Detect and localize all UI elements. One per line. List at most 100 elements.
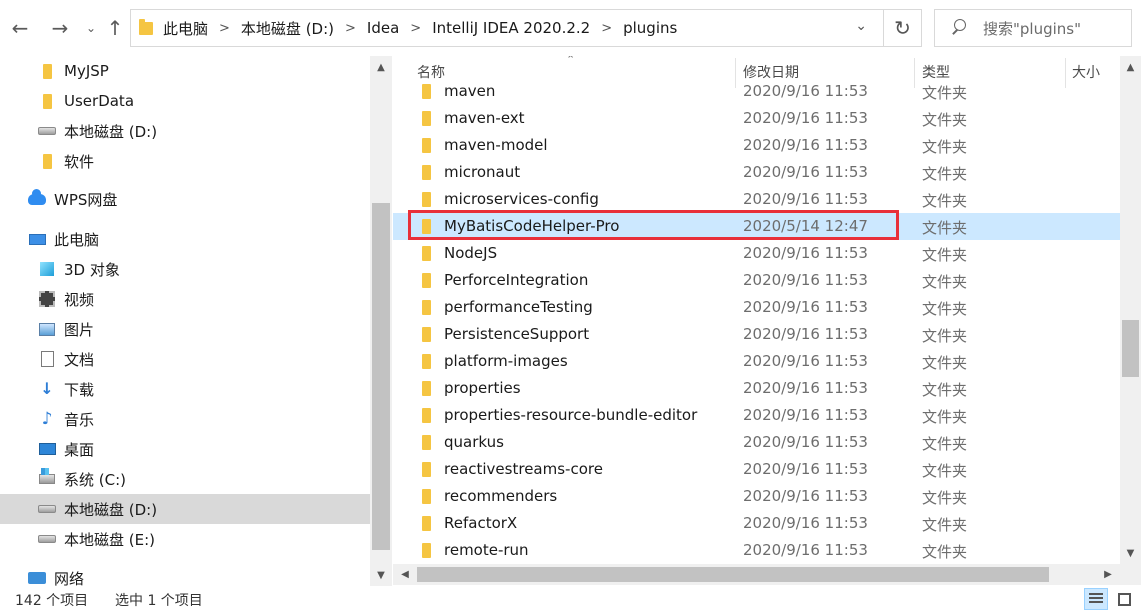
sidebar-item-wps-cloud[interactable]: WPS网盘: [0, 184, 370, 214]
sidebar-item-drive-c[interactable]: 系统 (C:): [0, 464, 370, 494]
details-view-button[interactable]: [1084, 588, 1108, 610]
sidebar-item-music[interactable]: ♪ 音乐: [0, 404, 370, 434]
network-icon: [28, 570, 46, 586]
sidebar-item-network[interactable]: 网络: [0, 563, 370, 586]
large-icons-view-button[interactable]: [1112, 588, 1136, 610]
scroll-left-icon[interactable]: ◀: [395, 564, 415, 585]
status-bar: 142 个项目 选中 1 个项目: [0, 586, 1141, 612]
file-row[interactable]: remote-run 2020/9/16 11:53 文件夹: [393, 537, 1120, 564]
scroll-up-icon[interactable]: ▲: [370, 58, 392, 76]
breadcrumb-item[interactable]: Idea: [367, 19, 399, 37]
breadcrumb-item[interactable]: IntelliJ IDEA 2020.2.2: [432, 19, 590, 37]
sidebar-item-label: 视频: [64, 290, 95, 309]
address-history-chevron-icon[interactable]: ⌄: [855, 18, 867, 34]
file-row[interactable]: reactivestreams-core 2020/9/16 11:53 文件夹: [393, 456, 1120, 483]
sidebar-item-label: 文档: [64, 350, 95, 369]
horizontal-scrollbar-thumb[interactable]: [417, 567, 1049, 582]
cloud-icon: [28, 188, 46, 207]
file-row[interactable]: properties-resource-bundle-editor 2020/9/…: [393, 402, 1120, 429]
sidebar-item-desktop[interactable]: 桌面: [0, 434, 370, 464]
scrollbar-corner: [1120, 564, 1141, 585]
file-name: maven: [444, 82, 496, 100]
sidebar-scrollbar-thumb[interactable]: [372, 203, 390, 550]
file-row[interactable]: quarkus 2020/9/16 11:53 文件夹: [393, 429, 1120, 456]
file-row[interactable]: NodeJS 2020/9/16 11:53 文件夹: [393, 240, 1120, 267]
file-row[interactable]: platform-images 2020/9/16 11:53 文件夹: [393, 348, 1120, 375]
file-row[interactable]: recommenders 2020/9/16 11:53 文件夹: [393, 483, 1120, 510]
search-box[interactable]: 搜索"plugins": [934, 9, 1132, 47]
sidebar-item-drive-d[interactable]: 本地磁盘 (D:): [0, 494, 370, 524]
file-row[interactable]: maven 2020/9/16 11:53 文件夹: [393, 78, 1120, 105]
sidebar-item-pictures[interactable]: 图片: [0, 314, 370, 344]
breadcrumb-separator-icon[interactable]: >: [601, 21, 612, 36]
scroll-down-icon[interactable]: ▼: [370, 566, 392, 584]
file-row[interactable]: PersistenceSupport 2020/9/16 11:53 文件夹: [393, 321, 1120, 348]
folder-icon: [422, 435, 431, 450]
sidebar-item-videos[interactable]: 视频: [0, 284, 370, 314]
breadcrumb-item[interactable]: 此电脑: [163, 18, 208, 39]
sidebar-item-label: 音乐: [64, 410, 95, 429]
sidebar-item-this-pc[interactable]: 此电脑: [0, 224, 370, 254]
music-icon: ♪: [41, 408, 53, 429]
system-drive-icon: [38, 468, 56, 487]
address-bar[interactable]: 此电脑 > 本地磁盘 (D:) > Idea > IntelliJ IDEA 2…: [130, 9, 922, 47]
sidebar-item-label: 本地磁盘 (D:): [64, 500, 158, 519]
file-list-vertical-scrollbar[interactable]: ▲ ▼: [1120, 56, 1141, 564]
file-modified-date: 2020/9/16 11:53: [743, 433, 868, 451]
file-row[interactable]: maven-ext 2020/9/16 11:53 文件夹: [393, 105, 1120, 132]
document-icon: [38, 351, 56, 367]
file-row[interactable]: microservices-config 2020/9/16 11:53 文件夹: [393, 186, 1120, 213]
recent-locations-button[interactable]: ⌄: [82, 14, 100, 42]
back-button[interactable]: ←: [6, 14, 34, 42]
sidebar-item-label: 3D 对象: [64, 260, 120, 279]
file-name: properties: [444, 379, 521, 397]
file-name: reactivestreams-core: [444, 460, 603, 478]
file-modified-date: 2020/9/16 11:53: [743, 379, 868, 397]
folder-icon: [422, 516, 431, 531]
file-name: PersistenceSupport: [444, 325, 590, 343]
sidebar-item-label: 桌面: [64, 440, 95, 459]
sidebar-item-label: 网络: [54, 569, 85, 587]
sidebar-item-downloads[interactable]: ↓ 下载: [0, 374, 370, 404]
file-list-scrollbar-thumb[interactable]: [1122, 320, 1139, 377]
scroll-right-icon[interactable]: ▶: [1098, 564, 1118, 585]
folder-icon: [422, 381, 431, 396]
file-row[interactable]: properties 2020/9/16 11:53 文件夹: [393, 375, 1120, 402]
file-row[interactable]: maven-model 2020/9/16 11:53 文件夹: [393, 132, 1120, 159]
file-row[interactable]: micronaut 2020/9/16 11:53 文件夹: [393, 159, 1120, 186]
file-row[interactable]: performanceTesting 2020/9/16 11:53 文件夹: [393, 294, 1120, 321]
sidebar-item-documents[interactable]: 文档: [0, 344, 370, 374]
sidebar-scrollbar[interactable]: ▲ ▼: [370, 56, 392, 586]
file-row[interactable]: RefactorX 2020/9/16 11:53 文件夹: [393, 510, 1120, 537]
file-name: NodeJS: [444, 244, 498, 262]
folder-icon: [422, 138, 431, 153]
breadcrumb-separator-icon[interactable]: >: [219, 21, 230, 36]
up-button[interactable]: ↑: [101, 14, 129, 42]
large-icons-view-icon: [1117, 592, 1131, 606]
sidebar-item-software[interactable]: 软件: [0, 146, 370, 176]
sidebar-item-label: 此电脑: [54, 230, 100, 249]
breadcrumb-separator-icon[interactable]: >: [345, 21, 356, 36]
refresh-button[interactable]: ↻: [883, 10, 921, 46]
sidebar-item-userdata[interactable]: UserData: [0, 86, 370, 116]
search-input[interactable]: 搜索"plugins": [983, 18, 1081, 39]
breadcrumb-separator-icon[interactable]: >: [410, 21, 421, 36]
file-list-horizontal-scrollbar[interactable]: ◀ ▶: [393, 564, 1120, 585]
folder-icon: [422, 543, 431, 558]
sidebar-item-drive-e[interactable]: 本地磁盘 (E:): [0, 524, 370, 554]
chevron-down-icon: ⌄: [85, 21, 97, 35]
sidebar-item-3d-objects[interactable]: 3D 对象: [0, 254, 370, 284]
video-icon: [38, 291, 56, 307]
file-modified-date: 2020/9/16 11:53: [743, 487, 868, 505]
file-name: micronaut: [444, 163, 521, 181]
scroll-up-icon[interactable]: ▲: [1120, 58, 1141, 76]
file-row[interactable]: PerforceIntegration 2020/9/16 11:53 文件夹: [393, 267, 1120, 294]
sidebar-item-quick-drive-d[interactable]: 本地磁盘 (D:): [0, 116, 370, 146]
navigation-pane: MyJSP UserData 本地磁盘 (D:) 软件 WPS网盘 此电脑 3D…: [0, 56, 370, 586]
scroll-down-icon[interactable]: ▼: [1120, 544, 1141, 562]
forward-button[interactable]: →: [46, 14, 74, 42]
breadcrumb-item[interactable]: plugins: [623, 19, 677, 37]
sidebar-item-label: WPS网盘: [54, 190, 118, 209]
sidebar-item-myjsp[interactable]: MyJSP: [0, 56, 370, 86]
breadcrumb-item[interactable]: 本地磁盘 (D:): [241, 18, 334, 39]
